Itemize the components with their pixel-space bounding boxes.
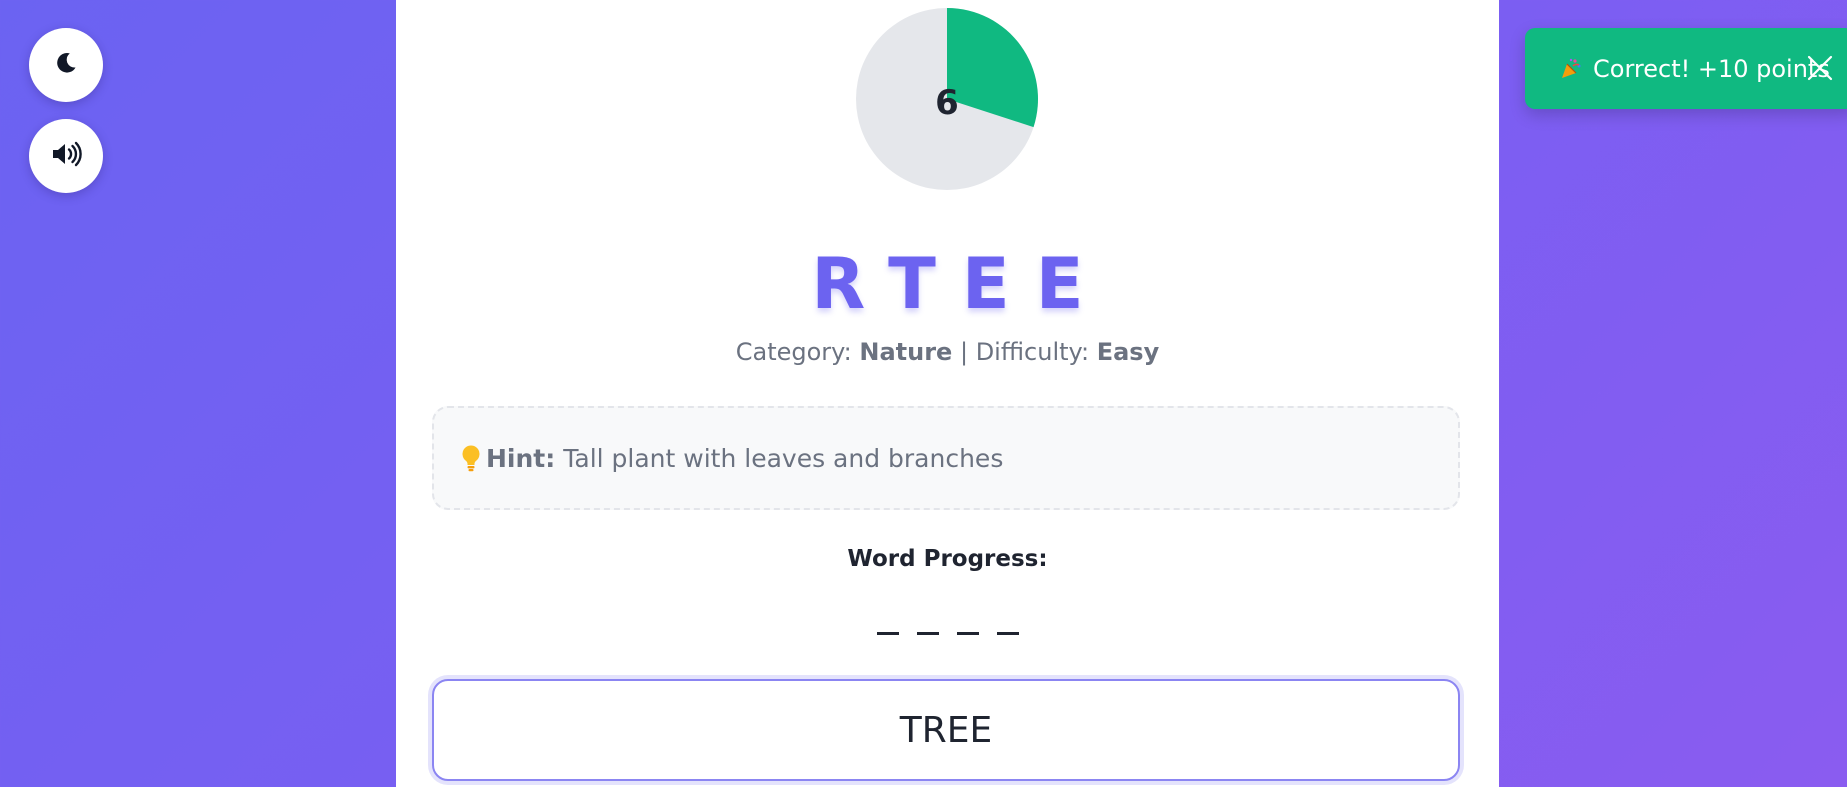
timer-value: 6: [935, 83, 959, 123]
difficulty-label: Difficulty:: [975, 338, 1090, 366]
letter-blank: [996, 632, 1019, 635]
hint-box: Hint: Tall plant with leaves and branche…: [432, 406, 1460, 510]
category-value: Nature: [859, 338, 953, 366]
category-label: Category:: [735, 338, 852, 366]
toast-message: Correct! +10 points: [1593, 54, 1830, 83]
sound-toggle-button[interactable]: [29, 119, 103, 193]
word-progress-title: Word Progress:: [847, 546, 1048, 572]
theme-toggle-button[interactable]: [29, 28, 103, 102]
letter-blank: [876, 632, 899, 635]
meta-separator: |: [959, 338, 969, 366]
scrambled-word: RTEE: [811, 243, 1110, 325]
answer-input[interactable]: [432, 679, 1460, 781]
word-meta: Category: Nature | Difficulty: Easy: [396, 338, 1499, 366]
close-icon[interactable]: [1805, 53, 1835, 83]
difficulty-value: Easy: [1096, 338, 1160, 366]
hint-text: Tall plant with leaves and branches: [563, 443, 1004, 473]
speaker-icon: [50, 141, 82, 171]
party-popper-icon: [1559, 57, 1583, 81]
countdown-timer: 6: [856, 8, 1038, 190]
success-toast: Correct! +10 points: [1525, 28, 1847, 109]
game-card: 6 RTEE Category: Nature | Difficulty: Ea…: [396, 0, 1499, 787]
hint-label: Hint:: [486, 443, 556, 473]
lightbulb-icon: [460, 444, 482, 472]
letter-blank: [916, 632, 939, 635]
moon-icon: [53, 50, 79, 80]
word-progress-blanks: [396, 610, 1499, 635]
letter-blank: [956, 632, 979, 635]
